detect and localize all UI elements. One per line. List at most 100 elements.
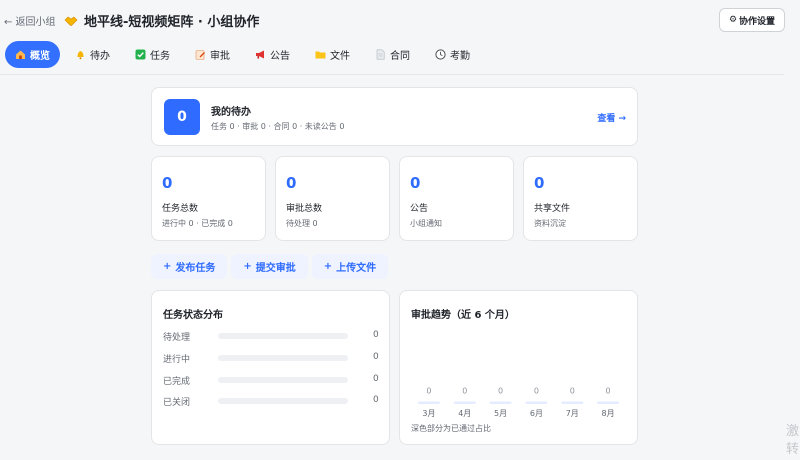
watermark-line: 激 bbox=[786, 424, 800, 439]
stat-label: 审批总数 bbox=[286, 204, 323, 214]
back-to-group-link[interactable]: ← 返回小组 bbox=[4, 13, 56, 28]
todo-summary: 任务 0 · 审批 0 · 合同 0 · 未读公告 0 bbox=[211, 122, 345, 131]
stat-label: 公告 bbox=[410, 204, 429, 214]
tab-files[interactable]: 文件 bbox=[305, 41, 360, 68]
trend-bar bbox=[489, 401, 512, 404]
stat-card-tasks[interactable]: 0 任务总数 进行中 0 · 已完成 0 bbox=[151, 156, 266, 241]
megaphone-icon bbox=[255, 49, 266, 60]
status-bar-track bbox=[218, 333, 348, 339]
publish-task-button[interactable]: + 发布任务 bbox=[151, 254, 228, 279]
stat-value: 0 bbox=[162, 174, 173, 192]
collab-settings-label: 协作设置 bbox=[739, 16, 776, 27]
stat-label: 共享文件 bbox=[534, 204, 571, 214]
tab-tasks[interactable]: 任务 bbox=[125, 41, 180, 68]
trend-month-label: 6月 bbox=[530, 409, 543, 418]
task-status-title: 任务状态分布 bbox=[163, 310, 223, 321]
tab-bar: 概览 待办 任务 审批 公告 文件 合同 考勤 bbox=[5, 41, 485, 68]
stat-value: 0 bbox=[410, 174, 421, 192]
gear-icon: ⚙ bbox=[728, 15, 738, 25]
trend-bar bbox=[525, 401, 548, 404]
tab-divider bbox=[0, 74, 784, 75]
approval-trend-panel: 审批趋势（近 6 个月） 0 3月 0 4月 0 5月 0 6月 0 7月 0 8月 深色部分为已通过… bbox=[399, 290, 638, 445]
stat-card-files[interactable]: 0 共享文件 资料沉淀 bbox=[523, 156, 638, 241]
tab-label: 待办 bbox=[90, 51, 110, 62]
trend-month-label: 3月 bbox=[422, 409, 435, 418]
tab-label: 审批 bbox=[210, 51, 230, 62]
trend-bar bbox=[561, 401, 584, 404]
tab-label: 概览 bbox=[30, 51, 50, 62]
stat-sub: 待处理 0 bbox=[286, 219, 318, 228]
tab-attendance[interactable]: 考勤 bbox=[425, 41, 480, 68]
trend-bar bbox=[597, 401, 620, 404]
status-label: 已完成 bbox=[163, 377, 191, 387]
approval-trend-chart: 0 3月 0 4月 0 5月 0 6月 0 7月 0 8月 bbox=[417, 387, 620, 418]
quick-actions: + 发布任务 + 提交审批 + 上传文件 bbox=[151, 254, 392, 279]
trend-month-label: 5月 bbox=[494, 409, 507, 418]
tab-overview[interactable]: 概览 bbox=[5, 41, 60, 68]
task-status-panel: 任务状态分布 待处理 0 进行中 0 已完成 0 已关闭 0 bbox=[151, 290, 390, 445]
action-label: 提交审批 bbox=[255, 263, 296, 274]
tab-label: 任务 bbox=[150, 51, 170, 62]
collab-settings-button[interactable]: ⚙ 协作设置 bbox=[719, 8, 785, 32]
action-label: 上传文件 bbox=[336, 263, 377, 274]
status-row-closed: 已关闭 0 bbox=[163, 395, 381, 408]
trend-value-label: 0 bbox=[570, 387, 575, 396]
stat-sub: 进行中 0 · 已完成 0 bbox=[162, 219, 233, 228]
tab-label: 合同 bbox=[390, 51, 410, 62]
stat-card-announcements[interactable]: 0 公告 小组通知 bbox=[399, 156, 514, 241]
action-label: 发布任务 bbox=[175, 263, 216, 274]
view-todo-link[interactable]: 查看 → bbox=[597, 111, 626, 124]
stat-sub: 资料沉淀 bbox=[534, 219, 566, 228]
status-count: 0 bbox=[373, 374, 379, 384]
pencil-note-icon bbox=[195, 49, 206, 60]
trend-bar bbox=[417, 401, 440, 404]
stat-label: 任务总数 bbox=[162, 204, 199, 214]
my-todo-card: 0 我的待办 任务 0 · 审批 0 · 合同 0 · 未读公告 0 查看 → bbox=[151, 87, 638, 146]
clock-icon bbox=[435, 49, 446, 60]
watermark: 激 转 bbox=[786, 423, 799, 459]
header: ← 返回小组 地平线-短视频矩阵 · 小组协作 ⚙ 协作设置 bbox=[0, 0, 800, 40]
stat-card-approvals[interactable]: 0 审批总数 待处理 0 bbox=[275, 156, 390, 241]
status-count: 0 bbox=[373, 330, 379, 340]
plus-icon: + bbox=[243, 261, 252, 272]
handshake-icon bbox=[64, 14, 78, 28]
trend-value-label: 0 bbox=[534, 387, 539, 396]
plus-icon: + bbox=[163, 261, 172, 272]
stat-value: 0 bbox=[286, 174, 297, 192]
status-count: 0 bbox=[373, 395, 379, 405]
status-label: 进行中 bbox=[163, 355, 191, 365]
trend-value-label: 0 bbox=[498, 387, 503, 396]
status-label: 待处理 bbox=[163, 333, 191, 343]
tab-approvals[interactable]: 审批 bbox=[185, 41, 240, 68]
stat-sub: 小组通知 bbox=[410, 219, 442, 228]
status-label: 已关闭 bbox=[163, 398, 191, 408]
check-square-icon bbox=[135, 49, 146, 60]
tab-announcements[interactable]: 公告 bbox=[245, 41, 300, 68]
trend-bar bbox=[453, 401, 476, 404]
trend-value-label: 0 bbox=[462, 387, 467, 396]
trend-value-label: 0 bbox=[606, 387, 611, 396]
page-title: 地平线-短视频矩阵 · 小组协作 bbox=[84, 15, 260, 30]
approval-trend-note: 深色部分为已通过占比 bbox=[411, 424, 491, 433]
plus-icon: + bbox=[323, 261, 333, 272]
status-bar-track bbox=[218, 398, 348, 404]
bell-icon bbox=[75, 49, 86, 60]
status-row-in-progress: 进行中 0 bbox=[163, 352, 381, 365]
home-icon bbox=[15, 49, 26, 60]
folder-icon bbox=[315, 49, 326, 60]
status-bar-track bbox=[218, 355, 348, 361]
submit-approval-button[interactable]: + 提交审批 bbox=[231, 254, 308, 279]
stat-value: 0 bbox=[534, 174, 545, 192]
trend-month-label: 4月 bbox=[458, 409, 471, 418]
tab-label: 公告 bbox=[270, 51, 290, 62]
upload-file-button[interactable]: + 上传文件 bbox=[311, 254, 389, 279]
status-row-completed: 已完成 0 bbox=[163, 374, 381, 387]
trend-month-label: 7月 bbox=[566, 409, 579, 418]
status-count: 0 bbox=[373, 352, 379, 362]
watermark-line: 转 bbox=[786, 442, 800, 457]
title-area: 地平线-短视频矩阵 · 小组协作 bbox=[64, 11, 259, 30]
tab-contracts[interactable]: 合同 bbox=[365, 41, 420, 68]
todo-title: 我的待办 bbox=[211, 107, 251, 118]
tab-todo[interactable]: 待办 bbox=[65, 41, 120, 68]
trend-month-label: 8月 bbox=[602, 409, 615, 418]
